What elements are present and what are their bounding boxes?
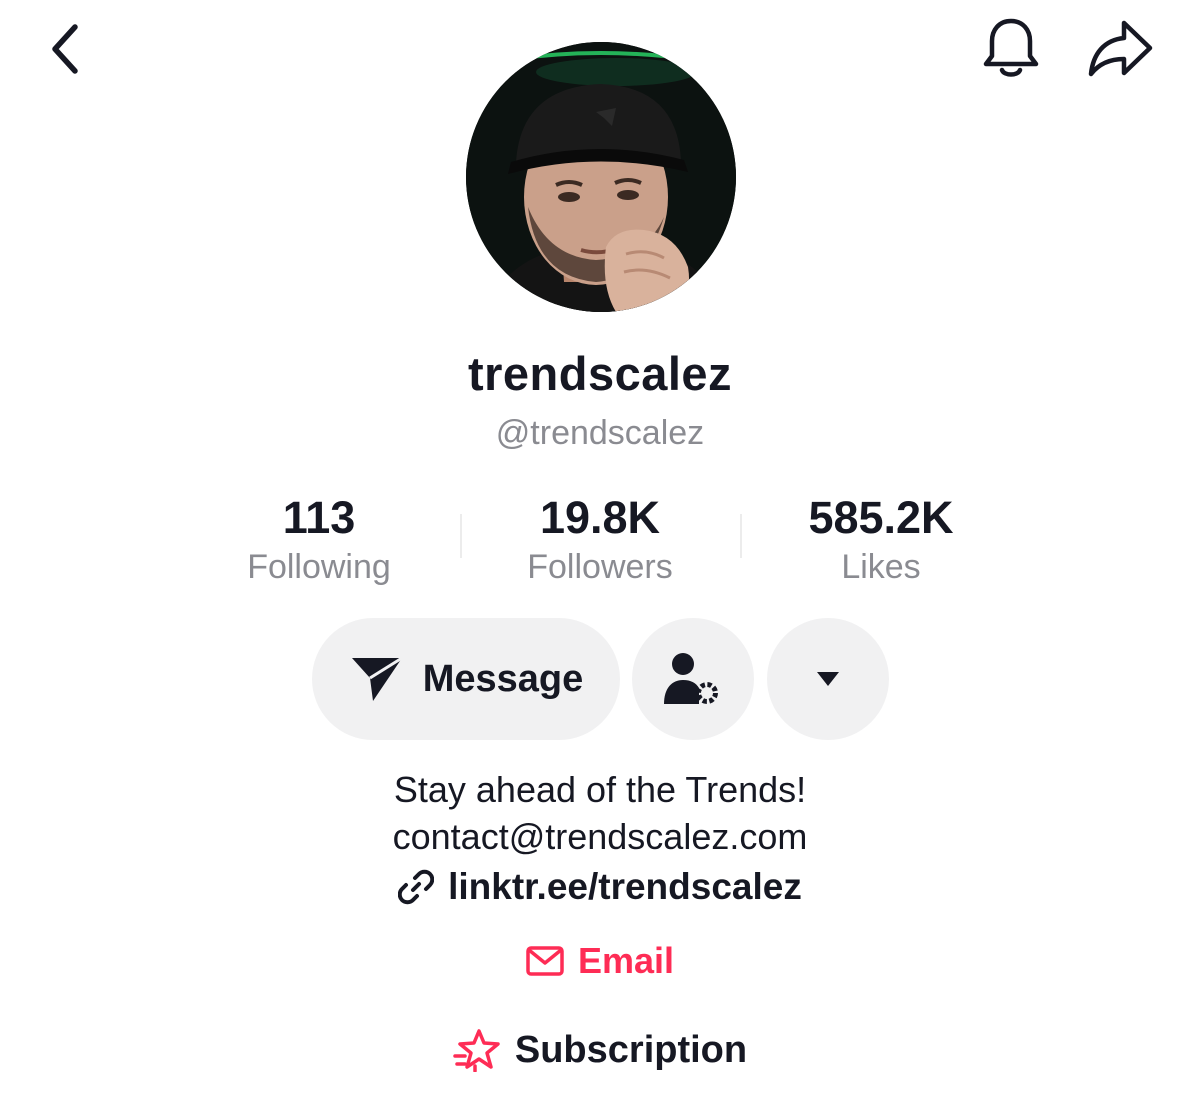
notification-bell-button[interactable] [976,12,1046,86]
likes-stat[interactable]: 585.2K Likes [741,490,1021,588]
followers-label: Followers [527,548,673,586]
likes-label: Likes [841,548,921,586]
message-label: Message [422,657,584,700]
user-settings-icon [664,653,718,704]
share-arrow-icon [1088,20,1153,77]
avatar-photo [466,42,736,312]
chevron-left-icon [52,24,78,74]
following-label: Following [247,548,391,586]
link-text: linktr.ee/trendscalez [448,866,802,907]
display-name: trendscalez [467,347,733,400]
link-icon [398,869,435,905]
email-button[interactable]: Email [0,940,1200,982]
share-button[interactable] [1082,12,1158,86]
following-stat[interactable]: 113 Following [179,490,459,588]
more-options-button[interactable] [767,618,889,740]
bio-link[interactable]: linktr.ee/trendscalez [0,866,1200,908]
email-label: Email [577,940,675,981]
username: @trendscalez [495,414,705,452]
followers-count: 19.8K [539,492,661,543]
back-button[interactable] [30,14,100,84]
envelope-icon [526,946,564,976]
star-badge-icon [453,1029,500,1072]
bell-icon [983,18,1039,77]
bio-contact: contact@trendscalez.com [392,816,808,857]
bio-line: Stay ahead of the Trends! [393,769,807,810]
caret-down-icon [817,672,839,686]
subscription-label: Subscription [514,1028,748,1071]
profile-page: trendscalez @trendscalez 113 Following 1… [0,0,1200,1118]
subscription-button[interactable]: Subscription [0,1028,1200,1072]
avatar[interactable] [466,42,736,312]
paper-plane-icon [351,656,403,701]
followers-stat[interactable]: 19.8K Followers [460,490,740,588]
likes-count: 585.2K [808,492,954,543]
bio: Stay ahead of the Trends! contact@trends… [0,766,1200,860]
friend-settings-button[interactable] [632,618,754,740]
message-button[interactable]: Message [312,618,620,740]
following-count: 113 [282,492,356,543]
